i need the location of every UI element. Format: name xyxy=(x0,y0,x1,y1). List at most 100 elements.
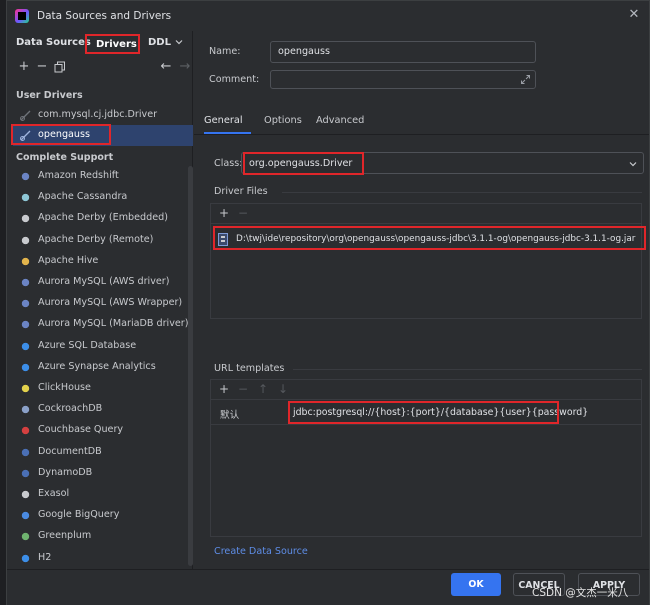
driver-item[interactable]: H2 xyxy=(7,548,187,569)
driver-item[interactable]: Exasol xyxy=(7,484,187,505)
comment-label: Comment: xyxy=(209,74,260,85)
driver-label: Greenplum xyxy=(38,530,92,542)
remove-icon[interactable]: − xyxy=(236,382,250,396)
database-icon xyxy=(19,382,32,395)
database-icon xyxy=(19,191,32,205)
highlight-opengauss xyxy=(11,124,111,145)
remove-icon[interactable]: − xyxy=(34,59,50,75)
driver-item[interactable]: Apache Hive xyxy=(7,251,187,272)
database-icon xyxy=(19,254,32,268)
tab-options[interactable]: Options xyxy=(264,115,302,126)
top-tabs: Data Sources Drivers DDL xyxy=(7,31,193,55)
chevron-down-icon[interactable] xyxy=(174,37,184,47)
tab-ddl[interactable]: DDL xyxy=(148,37,171,48)
driver-label: com.mysql.cj.jdbc.Driver xyxy=(38,109,158,120)
left-toolbar: + − ← → xyxy=(7,57,193,79)
driver-label: Aurora MySQL (AWS Wrapper) xyxy=(38,297,183,309)
back-arrow-icon[interactable]: ← xyxy=(158,59,174,75)
driver-label: CockroachDB xyxy=(38,403,103,415)
comment-input[interactable] xyxy=(270,70,536,89)
driver-label: Couchbase Query xyxy=(38,424,124,436)
driver-label: Apache Cassandra xyxy=(38,191,128,203)
driver-item[interactable]: CockroachDB xyxy=(7,399,187,420)
tab-advanced[interactable]: Advanced xyxy=(316,115,364,126)
complete-support-heading: Complete Support xyxy=(16,152,114,163)
database-icon xyxy=(19,466,32,480)
driver-item[interactable]: Couchbase Query xyxy=(7,420,187,441)
database-icon xyxy=(19,403,32,417)
driver-item[interactable]: Google BigQuery xyxy=(7,505,187,526)
driver-item[interactable]: Apache Derby (Embedded) xyxy=(7,208,187,229)
driver-files-panel: + − D:\twj\ide\repository\org\opengauss\… xyxy=(210,203,642,319)
tab-data-sources[interactable]: Data Sources xyxy=(16,37,91,48)
driver-label: DynamoDB xyxy=(38,466,93,478)
database-icon xyxy=(19,424,32,438)
database-icon xyxy=(19,233,32,247)
driver-label: Exasol xyxy=(38,488,70,499)
expand-icon[interactable] xyxy=(520,74,531,85)
driver-item[interactable]: Azure Synapse Analytics xyxy=(7,357,187,378)
driver-item[interactable]: Amazon Redshift xyxy=(7,166,187,187)
add-icon[interactable]: + xyxy=(16,59,32,75)
driver-item[interactable]: Aurora MySQL (AWS driver) xyxy=(7,272,187,293)
database-icon xyxy=(19,170,32,183)
add-icon[interactable]: + xyxy=(217,382,231,396)
user-drivers-heading: User Drivers xyxy=(16,90,83,101)
name-input[interactable]: opengauss xyxy=(270,41,536,63)
tab-drivers[interactable]: Drivers xyxy=(85,34,140,54)
create-data-source-link[interactable]: Create Data Source xyxy=(214,546,308,557)
driver-item[interactable]: Apache Derby (Remote) xyxy=(7,230,187,251)
database-icon xyxy=(19,276,32,289)
remove-icon[interactable]: − xyxy=(236,206,250,220)
driver-label: Apache Derby (Embedded) xyxy=(38,212,168,224)
forward-arrow-icon[interactable]: → xyxy=(177,59,193,75)
driver-item[interactable]: DocumentDB xyxy=(7,442,187,463)
driver-item-mysql[interactable]: com.mysql.cj.jdbc.Driver xyxy=(7,105,187,126)
ok-button[interactable]: OK xyxy=(451,573,501,596)
driver-label: H2 xyxy=(38,551,52,563)
driver-label: Aurora MySQL (AWS driver) xyxy=(38,276,170,287)
database-icon xyxy=(19,488,32,501)
driver-files-toolbar: + − xyxy=(211,204,641,224)
divider xyxy=(293,369,642,370)
window-title: Data Sources and Drivers xyxy=(37,10,172,22)
driver-label: Amazon Redshift xyxy=(38,170,119,181)
driver-item[interactable]: DynamoDB xyxy=(7,463,187,484)
driver-item[interactable]: Aurora MySQL (MariaDB driver) xyxy=(7,314,188,335)
driver-icon xyxy=(20,110,31,121)
driver-item[interactable]: Greenplum xyxy=(7,526,187,547)
chevron-down-icon[interactable] xyxy=(628,159,638,169)
url-templates-toolbar: + − ↑ ↓ xyxy=(211,380,641,400)
driver-label: Azure Synapse Analytics xyxy=(38,360,156,372)
driver-label: DocumentDB xyxy=(38,445,102,457)
database-icon xyxy=(19,551,32,565)
driver-label: Azure SQL Database xyxy=(38,339,137,351)
driver-files-heading: Driver Files xyxy=(214,186,268,197)
driver-item[interactable]: Azure SQL Database xyxy=(7,336,187,357)
subtabs: General Options Advanced xyxy=(194,109,649,135)
title-bar: Data Sources and Drivers ✕ xyxy=(7,1,649,31)
app-logo-icon xyxy=(15,9,29,23)
add-icon[interactable]: + xyxy=(217,206,231,220)
right-pane: Name: opengauss Comment: General Options… xyxy=(194,31,649,569)
driver-item[interactable]: Aurora MySQL (AWS Wrapper) xyxy=(7,293,187,314)
duplicate-icon[interactable] xyxy=(54,61,66,73)
driver-label: Apache Hive xyxy=(38,254,99,266)
database-icon xyxy=(19,297,32,311)
url-templates-heading: URL templates xyxy=(214,363,285,374)
move-up-icon[interactable]: ↑ xyxy=(256,382,270,396)
url-template-name: 默认 xyxy=(220,410,240,421)
divider xyxy=(194,134,649,135)
highlight-class xyxy=(243,152,364,175)
database-icon xyxy=(19,318,32,332)
driver-item[interactable]: ClickHouse xyxy=(7,378,187,399)
close-icon[interactable]: ✕ xyxy=(627,8,641,22)
database-icon xyxy=(19,360,32,374)
divider xyxy=(282,192,642,193)
tab-general[interactable]: General xyxy=(204,115,243,126)
move-down-icon[interactable]: ↓ xyxy=(276,382,290,396)
highlight-url-template xyxy=(288,401,559,424)
driver-item[interactable]: Apache Cassandra xyxy=(7,187,187,208)
database-icon xyxy=(19,445,32,459)
left-scrollbar[interactable] xyxy=(188,166,193,566)
